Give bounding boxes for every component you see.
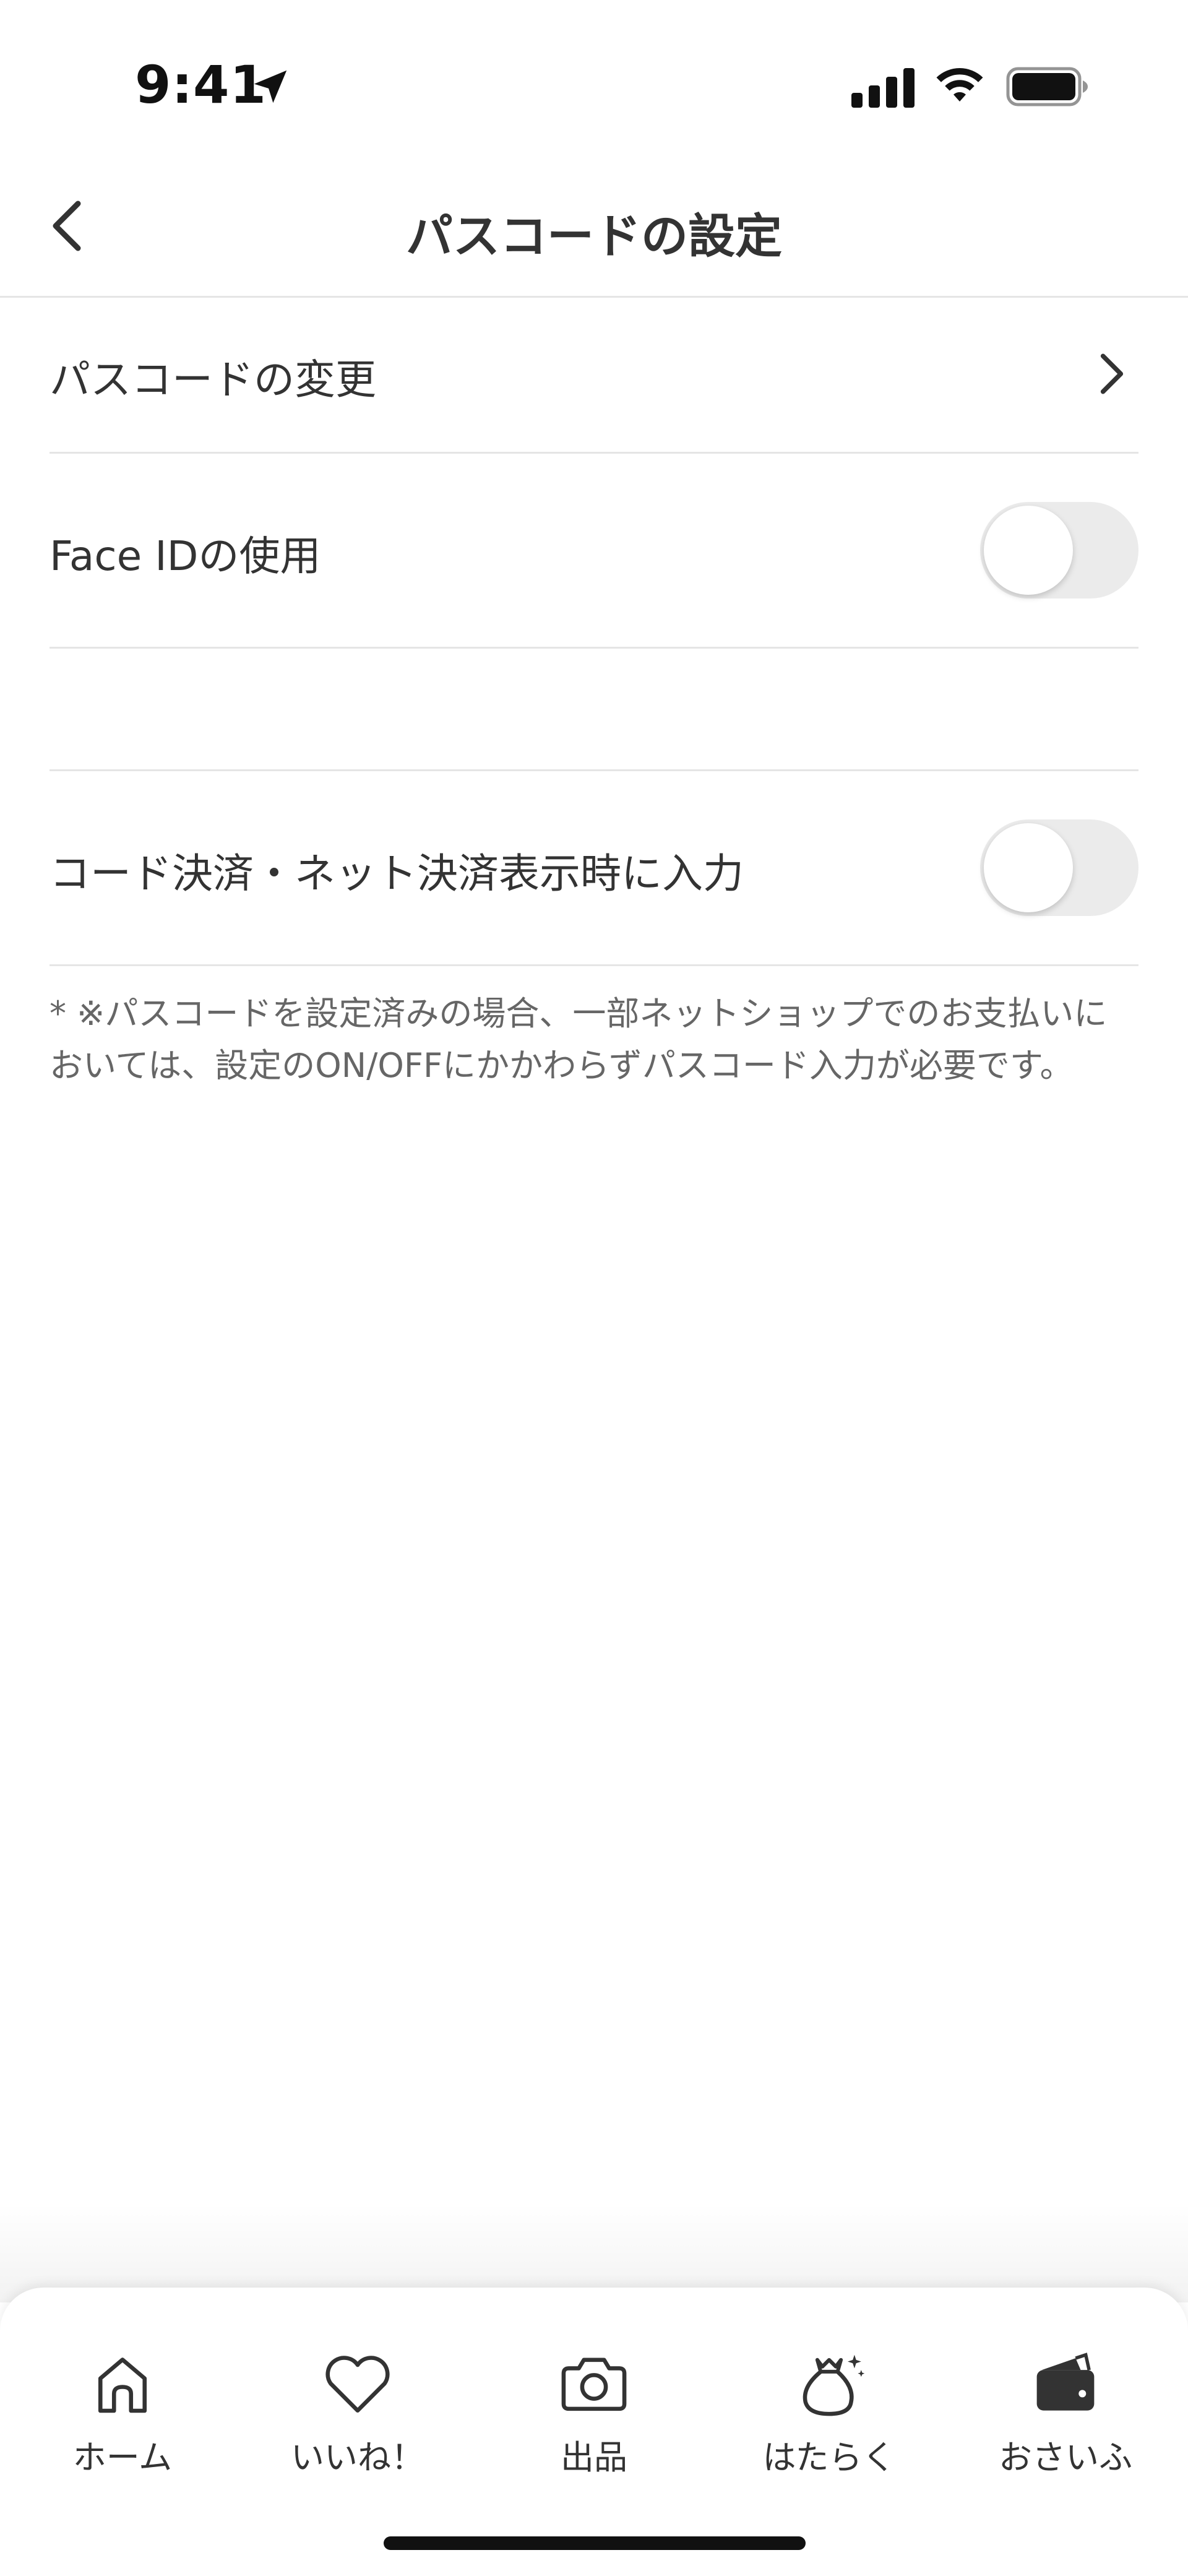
home-indicator — [384, 2536, 806, 2550]
tab-wallet-label: おさいふ — [999, 2438, 1132, 2477]
location-arrow-icon — [254, 70, 287, 103]
battery-icon — [1006, 67, 1088, 106]
note-line-1: * ※パスコードを設定済みの場合、一部ネットショップでのお支払いに — [50, 994, 1108, 1033]
cellular-signal-icon — [851, 68, 915, 108]
toggle-knob — [984, 506, 1073, 595]
tab-work[interactable]: はたらく — [736, 2343, 922, 2492]
wifi-icon — [936, 68, 983, 102]
face-id-label: Face IDの使用 — [50, 532, 321, 580]
change-passcode-label: パスコードの変更 — [50, 356, 376, 404]
money-bag-icon — [803, 2354, 865, 2416]
tab-likes[interactable]: いいね！ — [265, 2343, 450, 2492]
tab-sell-label: 出品 — [561, 2438, 627, 2477]
heart-icon — [325, 2356, 390, 2413]
tab-likes-label: いいね！ — [291, 2438, 424, 2477]
tab-bar: ホーム いいね！ 出品 はたらく おさいふ — [0, 2288, 1188, 2576]
camera-icon — [561, 2358, 627, 2411]
chevron-right-icon — [1100, 353, 1124, 394]
code-payment-row: コード決済・ネット決済表示時に入力 — [50, 771, 1138, 966]
face-id-row: Face IDの使用 — [50, 454, 1138, 649]
passcode-note: * ※パスコードを設定済みの場合、一部ネットショップでのお支払いに おいては、設… — [50, 988, 1138, 1092]
page-title: パスコードの設定 — [406, 209, 782, 264]
wallet-icon — [1036, 2353, 1095, 2411]
status-bar: 9:41 — [0, 0, 1188, 155]
tab-sell[interactable]: 出品 — [501, 2343, 687, 2492]
navigation-bar: パスコードの設定 — [0, 155, 1188, 298]
code-payment-label: コード決済・ネット決済表示時に入力 — [50, 850, 744, 897]
status-time: 9:41 — [135, 54, 267, 115]
tab-wallet[interactable]: おさいふ — [973, 2343, 1158, 2492]
tab-home[interactable]: ホーム — [30, 2343, 215, 2492]
note-line-2: おいては、設定のON/OFFにかかわらずパスコード入力が必要です。 — [50, 1046, 1074, 1085]
code-payment-toggle[interactable] — [980, 819, 1138, 916]
home-icon — [98, 2358, 147, 2413]
blank-row — [50, 649, 1138, 771]
change-passcode-row[interactable]: パスコードの変更 — [50, 296, 1138, 454]
tab-home-label: ホーム — [72, 2438, 173, 2477]
tab-work-label: はたらく — [762, 2438, 896, 2477]
face-id-toggle[interactable] — [980, 502, 1138, 599]
toggle-knob — [984, 823, 1073, 912]
